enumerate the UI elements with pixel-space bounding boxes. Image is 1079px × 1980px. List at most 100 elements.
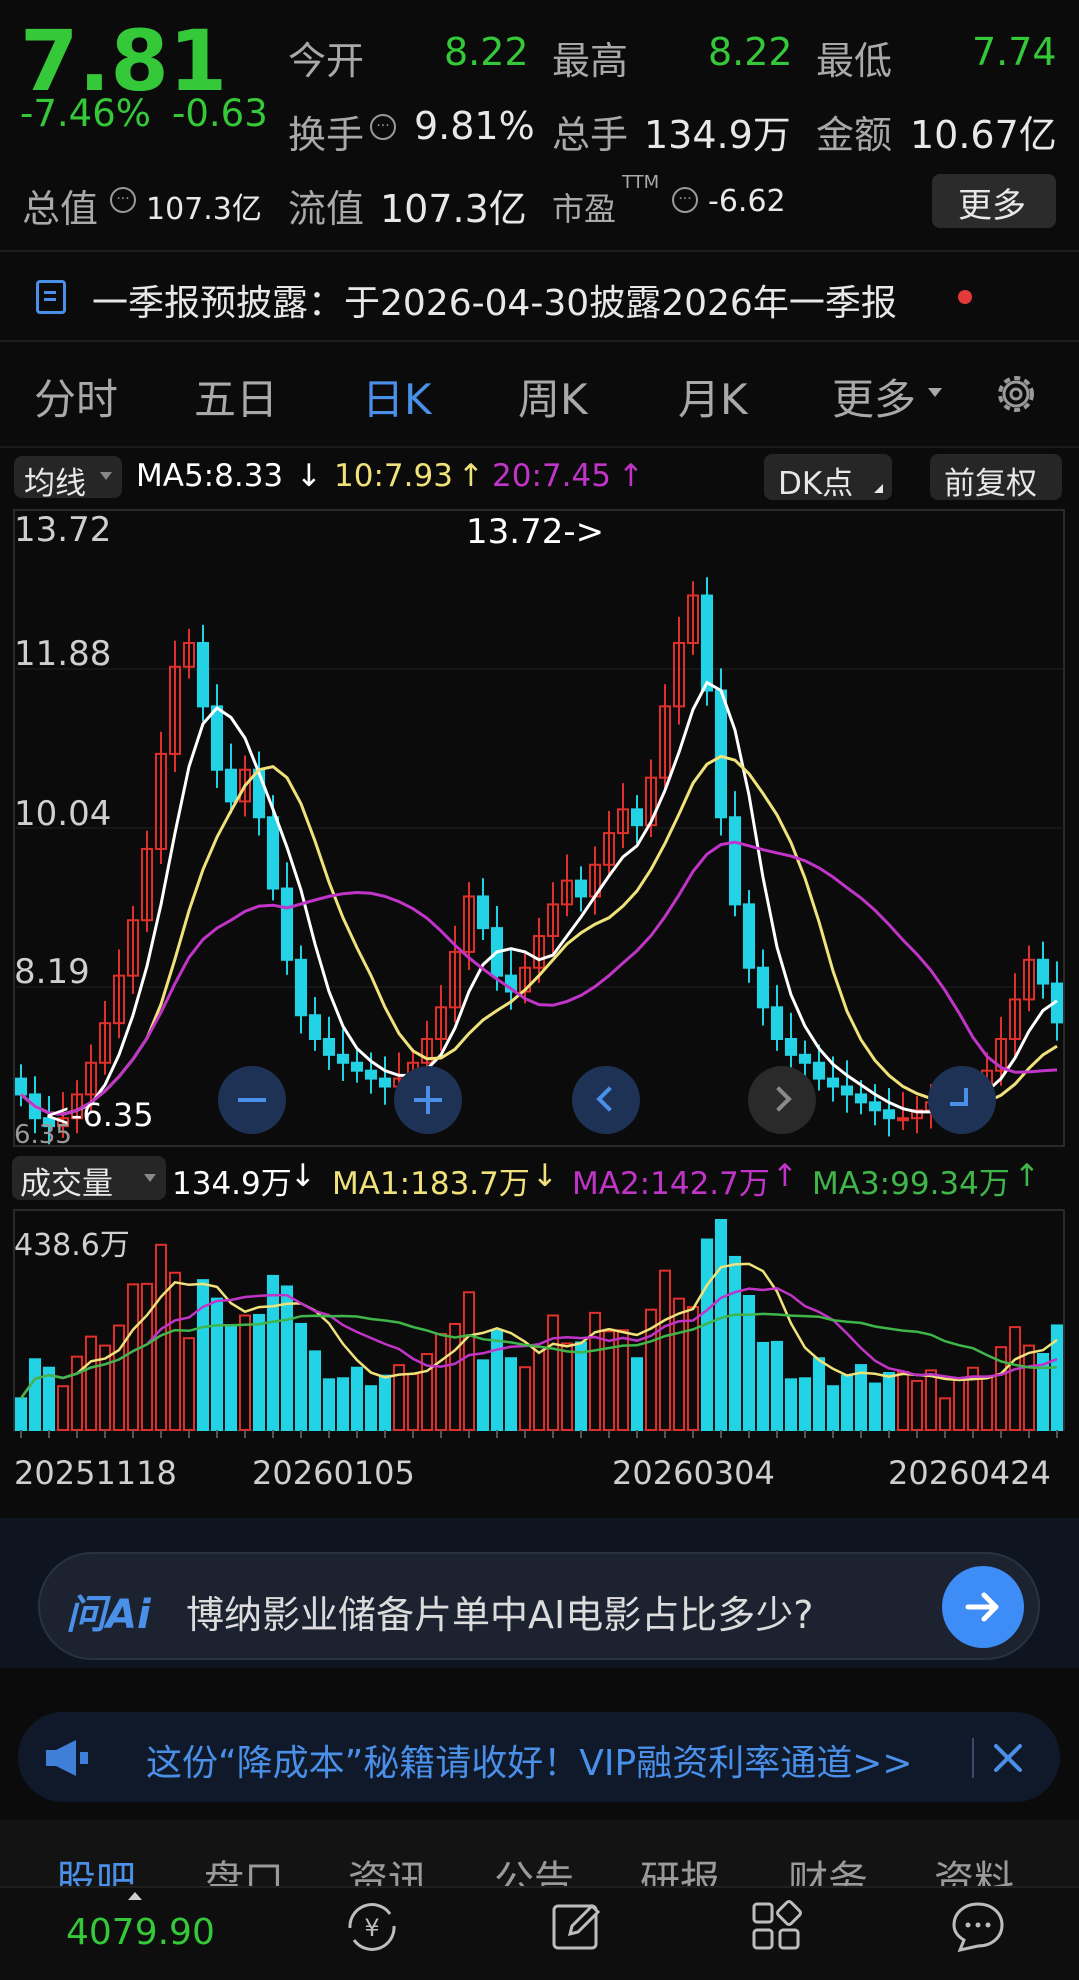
volume-bar-down (812, 1357, 826, 1432)
tab-intraday[interactable]: 分时 (34, 366, 118, 427)
volume-bar-up (462, 1291, 476, 1431)
down-arrow-icon: ↓ (290, 1158, 316, 1194)
max-price-marker: 13.72-> (466, 512, 605, 552)
volume-bar-down (252, 1313, 266, 1431)
volume-bar-down (868, 1382, 882, 1431)
turnover-label: 换手 (288, 113, 365, 157)
price-axis-label: 11.88 (14, 634, 112, 674)
low-label: 最低 (816, 39, 893, 83)
volume-bar-down (630, 1357, 644, 1432)
ma10-legend: 10:7.93 (334, 458, 453, 494)
float-value: 107.3亿 (380, 187, 527, 231)
volume-bar-down (476, 1359, 490, 1431)
volume-bar-up (70, 1355, 84, 1431)
candle-down (308, 1014, 322, 1041)
plus-icon-vertical (426, 1086, 430, 1114)
candle-down (630, 808, 644, 827)
change-percent: -7.46% (20, 92, 151, 135)
candle-down (378, 1077, 392, 1088)
high-value: 8.22 (708, 30, 793, 74)
volume-bar-down (308, 1350, 322, 1431)
caret-down-icon (100, 472, 112, 480)
edit-post-icon[interactable] (548, 1898, 606, 1956)
volume-bar-up (182, 1337, 196, 1431)
info-icon[interactable]: ··· (672, 187, 698, 213)
tab-monthly-k[interactable]: 月K (678, 366, 748, 427)
arrow-right-icon (965, 1592, 999, 1622)
gear-icon[interactable] (990, 368, 1042, 420)
notice-text[interactable]: 一季报预披露：于2026-04-30披露2026年一季报 (92, 274, 897, 326)
volume-axis-max: 438.6万 (14, 1228, 130, 1263)
candle-up (896, 1117, 910, 1122)
float-label: 流值 (288, 187, 365, 231)
volume-bar-up (546, 1314, 560, 1431)
volume-bar-up (126, 1283, 140, 1431)
candle-down (812, 1061, 826, 1080)
volume-bar-up (168, 1271, 182, 1431)
volume-value: 134.9万 (644, 113, 791, 157)
date-axis-label: 20260424 (888, 1454, 1051, 1492)
tab-weekly-k[interactable]: 周K (518, 366, 588, 427)
candle-down (224, 768, 238, 803)
kline-chart[interactable] (0, 508, 1079, 1148)
adjust-button-label: 前复权 (944, 466, 1037, 502)
close-icon[interactable] (990, 1740, 1026, 1776)
promo-divider (972, 1738, 974, 1778)
info-icon[interactable]: ··· (370, 114, 396, 140)
price-axis-label: 13.72 (14, 510, 112, 550)
volume-bar-up (910, 1379, 924, 1431)
chat-bubble-icon[interactable] (948, 1898, 1008, 1956)
tab-daily-k[interactable]: 日K (362, 366, 432, 427)
yen-exchange-icon[interactable]: ¥ (340, 1898, 404, 1956)
open-value: 8.22 (444, 30, 529, 74)
volume-bar-up (672, 1297, 686, 1431)
megaphone-icon (46, 1740, 88, 1776)
tab-five-day[interactable]: 五日 (194, 366, 278, 427)
candle-down (196, 642, 210, 708)
volume-bar-up (518, 1366, 532, 1432)
tab-more[interactable]: 更多 (832, 366, 916, 427)
ma5-legend: MA5:8.33 (136, 458, 284, 494)
candle-down (840, 1085, 854, 1096)
volume-bar-up (140, 1282, 154, 1431)
volume-chart[interactable] (0, 1208, 1079, 1438)
volume-bar-down (350, 1366, 364, 1431)
candle-down (868, 1101, 882, 1112)
pe-value: -6.62 (708, 184, 786, 219)
vol-ma2-legend: MA2:142.7万 (572, 1166, 770, 1202)
corner-triangle-icon (874, 484, 883, 493)
volume-bar-up (532, 1346, 546, 1431)
ai-logo: 问Ai (66, 1592, 151, 1638)
volume-bar-up (658, 1269, 672, 1432)
volume-bar-down (210, 1297, 224, 1431)
index-value[interactable]: 4079.90 (66, 1912, 215, 1953)
candle-down (294, 958, 308, 1017)
report-icon (36, 280, 66, 314)
volume-bar-down (826, 1385, 840, 1431)
volume-bar-up (84, 1335, 98, 1432)
down-arrow-icon: ↓ (532, 1158, 558, 1194)
volume-frame (13, 1209, 1065, 1431)
volume-bar-up (448, 1322, 462, 1431)
minus-icon (238, 1098, 266, 1102)
volume-bar-down (378, 1374, 392, 1431)
apps-grid-icon[interactable] (748, 1898, 806, 1956)
volume-label: 总手 (552, 113, 629, 157)
svg-text:¥: ¥ (364, 1914, 379, 1942)
volume-bar-down (854, 1364, 868, 1432)
volume-bar-down (770, 1340, 784, 1431)
price-axis-label: 10.04 (14, 794, 112, 834)
volume-bar-up (1022, 1344, 1036, 1432)
mktcap-value: 107.3亿 (146, 192, 262, 227)
volume-bar-down (756, 1341, 770, 1431)
candle-down (14, 1077, 28, 1096)
ma5-line (20, 680, 1058, 1116)
date-axis-label: 20251118 (14, 1454, 177, 1492)
notice-dot (958, 290, 972, 304)
low-value: 7.74 (972, 30, 1057, 74)
candle-down (700, 594, 714, 692)
volume-bar-up (112, 1324, 126, 1431)
dk-button-label: DK点 (778, 466, 854, 502)
high-label: 最高 (552, 39, 629, 83)
info-icon[interactable]: ··· (110, 187, 136, 213)
